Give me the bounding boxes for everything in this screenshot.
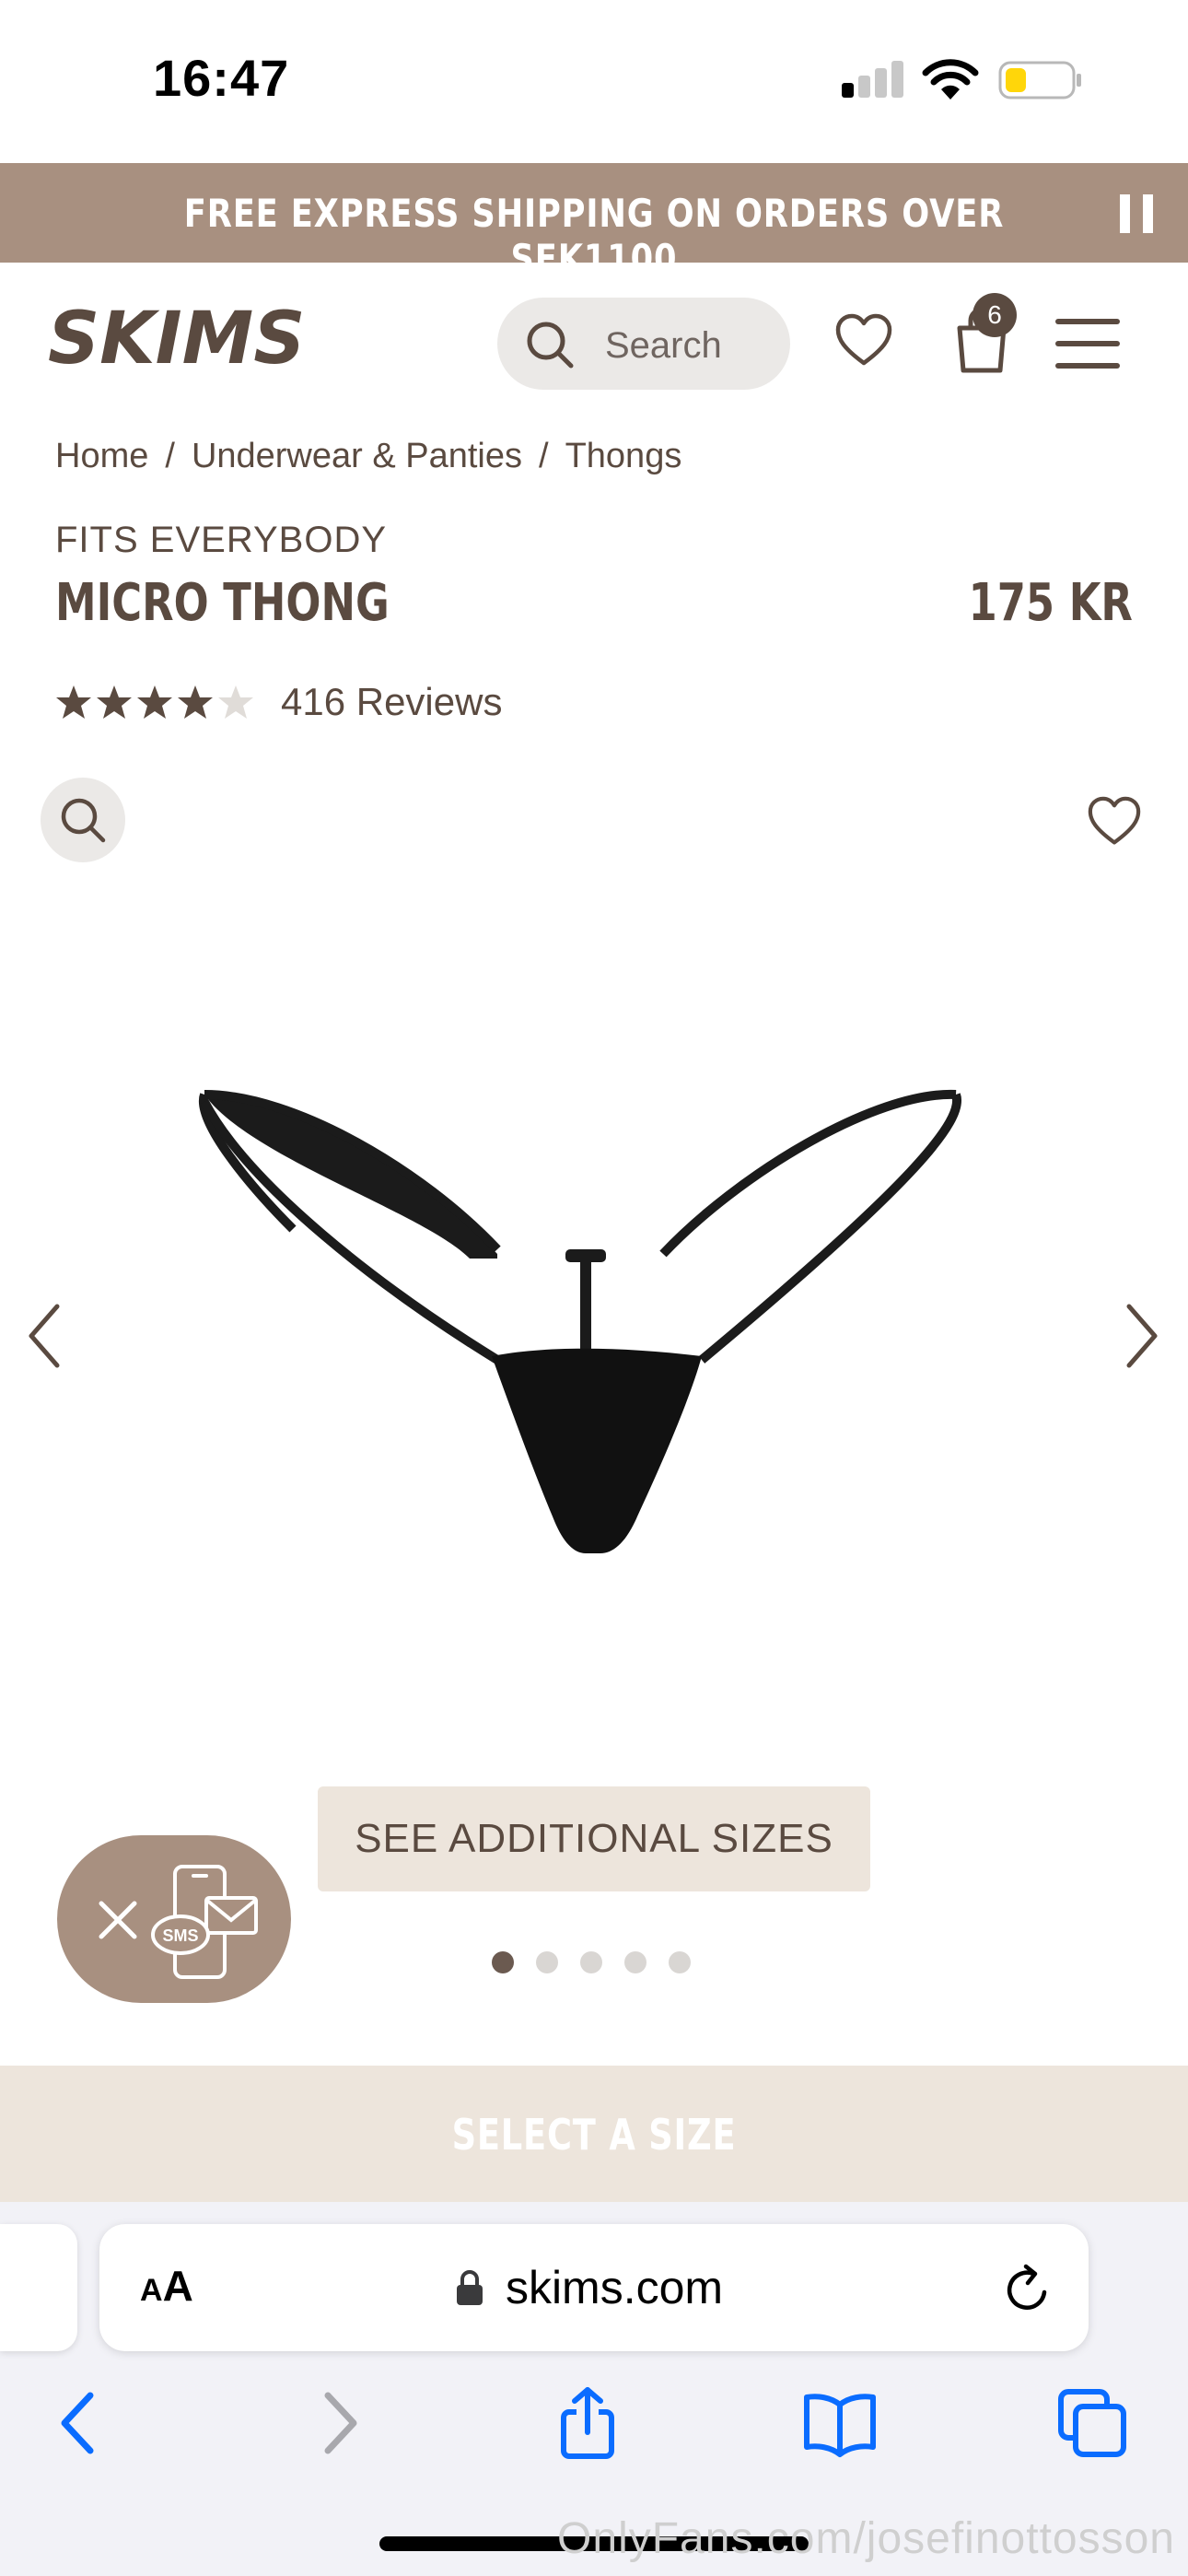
star-icon [218, 685, 253, 719]
product-price: 175 KR [968, 573, 1133, 633]
select-size-button[interactable]: SELECT A SIZE [0, 2066, 1188, 2202]
star-icon [97, 685, 132, 719]
url-text: skims.com [505, 2262, 724, 2313]
sms-badge-text: SMS [162, 1926, 198, 1945]
product-collection: FITS EVERYBODY [55, 520, 388, 560]
see-additional-sizes-button[interactable]: SEE ADDITIONAL SIZES [318, 1786, 870, 1891]
next-image-arrow-icon[interactable] [1124, 1303, 1160, 1369]
search-input[interactable]: Search [497, 298, 790, 390]
hamburger-menu-icon[interactable] [1055, 319, 1120, 369]
sms-phone-icon: SMS [151, 1865, 258, 1979]
close-icon[interactable] [90, 1892, 146, 1948]
bag-count-badge: 6 [973, 293, 1017, 337]
rating-stars[interactable] [55, 680, 258, 724]
star-icon [137, 685, 172, 719]
back-arrow-icon[interactable] [42, 2386, 116, 2460]
share-icon[interactable] [551, 2386, 624, 2460]
pagination-dot[interactable] [580, 1951, 602, 1973]
star-icon [56, 685, 91, 719]
breadcrumb-separator: / [165, 437, 175, 475]
tabs-icon[interactable] [1055, 2386, 1129, 2460]
previous-tab-preview[interactable] [0, 2224, 77, 2351]
watermark-text: OnlyFans.com/josefinottosson [557, 2514, 1175, 2563]
skims-logo[interactable]: SKIMS [48, 300, 324, 374]
product-image [198, 1089, 961, 1553]
search-icon [527, 322, 574, 369]
breadcrumb-home[interactable]: Home [55, 437, 148, 475]
forward-arrow-icon[interactable] [302, 2386, 376, 2460]
select-size-label: SELECT A SIZE [451, 2110, 737, 2160]
zoom-button[interactable] [41, 778, 125, 862]
battery-icon [998, 61, 1081, 100]
pagination-dot[interactable] [624, 1951, 646, 1973]
brand-text: SKIMS [48, 300, 305, 374]
product-title: MICRO THONG [55, 573, 390, 633]
breadcrumb: Home / Underwear & Panties / Thongs [55, 437, 681, 476]
pause-icon[interactable] [1120, 194, 1153, 233]
reviews-link[interactable]: 416 Reviews [281, 680, 502, 724]
bookmarks-icon[interactable] [803, 2386, 877, 2460]
star-icon [178, 685, 213, 719]
breadcrumb-underwear[interactable]: Underwear & Panties [192, 437, 522, 475]
previous-image-arrow-icon[interactable] [26, 1303, 63, 1369]
breadcrumb-thongs[interactable]: Thongs [565, 437, 682, 475]
status-bar: 16:47 [0, 0, 1188, 163]
wifi-icon [922, 59, 979, 100]
status-time: 16:47 [153, 49, 290, 107]
promo-text: FREE EXPRESS SHIPPING ON ORDERS OVER SEK… [183, 191, 1005, 281]
pagination-dot[interactable] [669, 1951, 691, 1973]
favorite-heart-icon[interactable] [1087, 796, 1142, 848]
address-bar[interactable]: AA skims.com [99, 2224, 1089, 2351]
wishlist-heart-icon[interactable] [834, 313, 893, 369]
breadcrumb-separator: / [539, 437, 549, 475]
sms-signup-widget[interactable]: SMS [57, 1835, 291, 2003]
pagination-dot[interactable] [536, 1951, 558, 1973]
reload-icon[interactable] [1002, 2261, 1054, 2316]
search-placeholder: Search [605, 325, 722, 366]
cellular-signal-icon [842, 61, 904, 98]
pagination-dot-active[interactable] [492, 1951, 514, 1973]
promo-banner[interactable]: FREE EXPRESS SHIPPING ON ORDERS OVER SEK… [0, 163, 1188, 281]
magnifier-icon [61, 798, 106, 843]
